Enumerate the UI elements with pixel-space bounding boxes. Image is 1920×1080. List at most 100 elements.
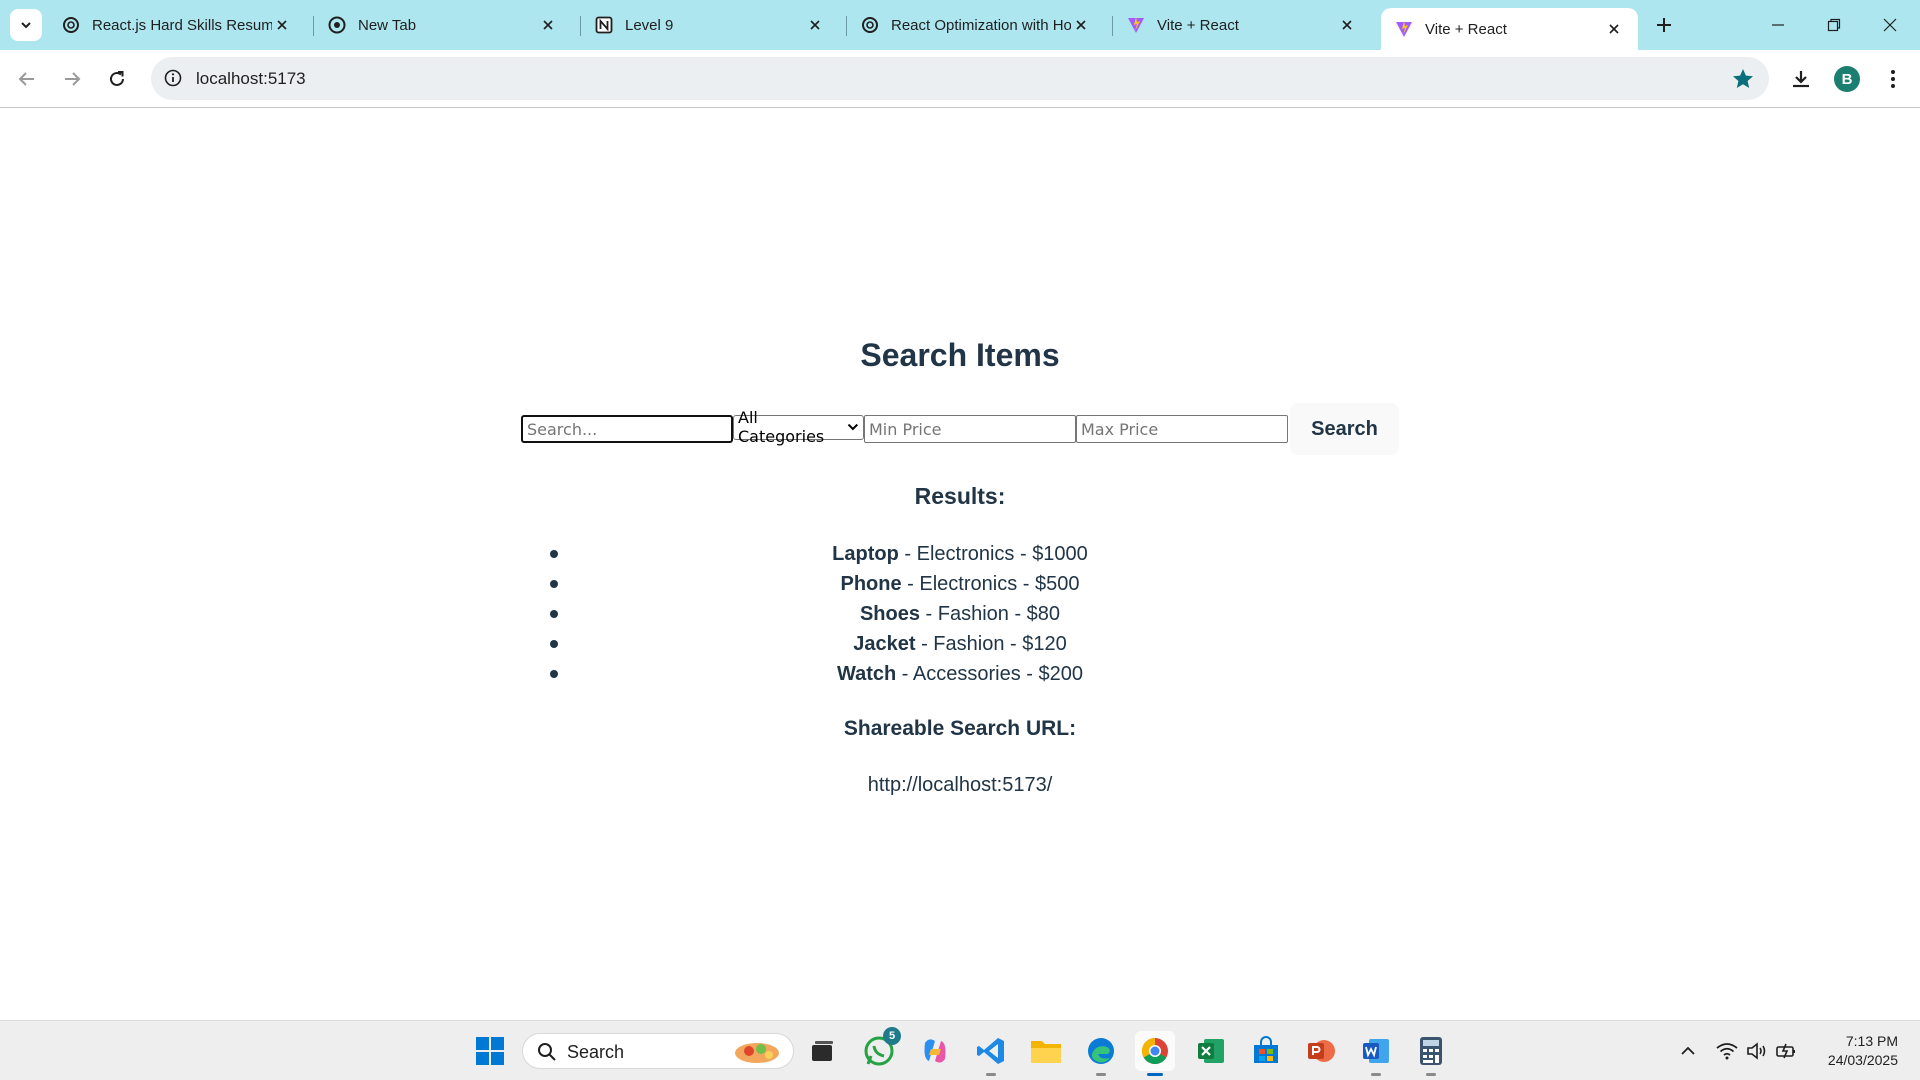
close-tab-icon[interactable] [272, 15, 292, 35]
reload-icon [110, 71, 124, 86]
download-icon [1793, 71, 1809, 88]
start-button[interactable] [470, 1031, 510, 1071]
results-list: Laptop - Electronics - $1000 Phone - Ele… [550, 539, 1370, 689]
taskbar-copilot[interactable] [915, 1031, 955, 1071]
chevron-down-icon [847, 423, 859, 431]
windows-icon [476, 1037, 504, 1065]
close-tab-icon[interactable] [1604, 19, 1624, 39]
taskbar-edge[interactable] [1081, 1031, 1121, 1076]
tab-title: React.js Hard Skills Resume [92, 16, 272, 34]
page-title: Search Items [860, 337, 1060, 373]
arrow-right-icon [65, 72, 81, 86]
tab-vite-react-active[interactable]: Vite + React [1381, 8, 1638, 50]
max-price-input[interactable] [1076, 415, 1288, 443]
bullet [550, 610, 558, 618]
notification-badge: 5 [883, 1027, 901, 1045]
reload-button[interactable] [99, 61, 135, 97]
item-name: Shoes [859, 603, 920, 625]
item-name: Phone [840, 573, 902, 595]
item-details: - Fashion - $120 [915, 633, 1067, 655]
close-tab-icon[interactable] [1071, 15, 1091, 35]
bullet [550, 670, 558, 678]
folder-icon [1031, 1041, 1061, 1063]
store-icon [1254, 1036, 1278, 1063]
chrome-icon [328, 16, 346, 34]
tab-title: Vite + React [1157, 16, 1239, 34]
bookmark-star-icon[interactable] [1731, 67, 1755, 91]
openai-icon [62, 16, 80, 34]
taskbar-whatsapp[interactable]: 5 [859, 1027, 901, 1071]
bullet [550, 550, 558, 558]
bullet [550, 640, 558, 648]
tab-title: Vite + React [1425, 20, 1507, 38]
show-hidden-icons-button[interactable] [1676, 1039, 1700, 1063]
item-name: Watch [836, 663, 897, 685]
taskbar-task-view[interactable] [803, 1031, 843, 1071]
system-clock[interactable]: 7:13 PM 24/03/2025 [1828, 1032, 1898, 1070]
list-item: Watch - Accessories - $200 [550, 659, 1370, 689]
close-tab-icon[interactable] [805, 15, 825, 35]
tab-title: Level 9 [625, 16, 674, 34]
back-button[interactable] [9, 61, 45, 97]
taskbar-search-box[interactable]: Search [522, 1033, 794, 1069]
taskbar-vscode[interactable] [971, 1031, 1011, 1076]
item-name: Laptop [832, 543, 899, 565]
category-selected-value: All Categories [738, 408, 825, 446]
item-details: - Electronics - $500 [901, 573, 1080, 595]
tab-react-resume[interactable]: React.js Hard Skills Resume [48, 8, 306, 42]
tab-react-optimization[interactable]: React Optimization with Hooks [847, 8, 1105, 42]
close-window-button[interactable] [1862, 0, 1918, 50]
notion-icon [595, 16, 613, 34]
profile-button[interactable]: B [1830, 62, 1864, 96]
search-button[interactable]: Search [1290, 403, 1399, 455]
chrome-icon [1141, 1037, 1168, 1065]
clock-time: 7:13 PM [1845, 1033, 1898, 1049]
tab-level-9[interactable]: Level 9 [581, 8, 839, 42]
taskbar-microsoft-store[interactable] [1246, 1031, 1286, 1071]
new-tab-button[interactable] [1650, 11, 1678, 39]
vite-icon [1395, 20, 1413, 38]
clock-date: 24/03/2025 [1827, 1052, 1898, 1068]
excel-icon [1198, 1039, 1224, 1063]
site-info-icon[interactable] [161, 66, 185, 90]
wifi-icon [1716, 1043, 1738, 1060]
powerpoint-icon [1308, 1040, 1335, 1062]
copilot-icon [924, 1039, 946, 1063]
search-form: All Categories Search [521, 403, 1399, 455]
min-price-input[interactable] [864, 415, 1076, 443]
chevron-up-icon [1681, 1046, 1695, 1055]
taskbar-file-explorer[interactable] [1026, 1031, 1066, 1071]
task-view-icon [812, 1041, 833, 1061]
battery-button[interactable] [1775, 1039, 1799, 1063]
restore-button[interactable] [1806, 0, 1862, 50]
more-vertical-icon [1891, 70, 1895, 88]
close-tab-icon[interactable] [1337, 15, 1357, 35]
browser-menu-button[interactable] [1876, 62, 1910, 96]
url-text: localhost:5173 [196, 69, 306, 88]
close-tab-icon[interactable] [538, 15, 558, 35]
windows-taskbar: Search 5 7:13 PM 24/03/2025 [0, 1020, 1920, 1080]
chevron-down-icon [21, 22, 31, 29]
list-item: Laptop - Electronics - $1000 [550, 539, 1370, 569]
restore-icon [1827, 18, 1841, 32]
downloads-button[interactable] [1784, 62, 1818, 96]
taskbar-chrome[interactable] [1135, 1031, 1175, 1076]
category-select[interactable]: All Categories [733, 408, 864, 446]
tab-search-button[interactable] [10, 9, 42, 41]
tab-new-tab[interactable]: New Tab [314, 8, 572, 42]
address-bar[interactable]: localhost:5173 [151, 57, 1769, 100]
browser-titlebar: React.js Hard Skills Resume New Tab Leve… [0, 0, 1920, 50]
tab-vite-react[interactable]: Vite + React [1113, 8, 1371, 42]
battery-charging-icon [1776, 1043, 1795, 1059]
search-input[interactable] [521, 415, 733, 443]
forward-button[interactable] [54, 61, 90, 97]
taskbar-excel[interactable] [1191, 1031, 1231, 1071]
minimize-icon [1772, 24, 1784, 26]
plus-icon [1657, 18, 1671, 32]
taskbar-powerpoint[interactable] [1301, 1031, 1341, 1071]
taskbar-word[interactable] [1356, 1031, 1396, 1076]
network-button[interactable] [1715, 1039, 1739, 1063]
taskbar-calculator[interactable] [1411, 1031, 1451, 1076]
minimize-button[interactable] [1750, 0, 1806, 50]
volume-button[interactable] [1745, 1039, 1769, 1063]
